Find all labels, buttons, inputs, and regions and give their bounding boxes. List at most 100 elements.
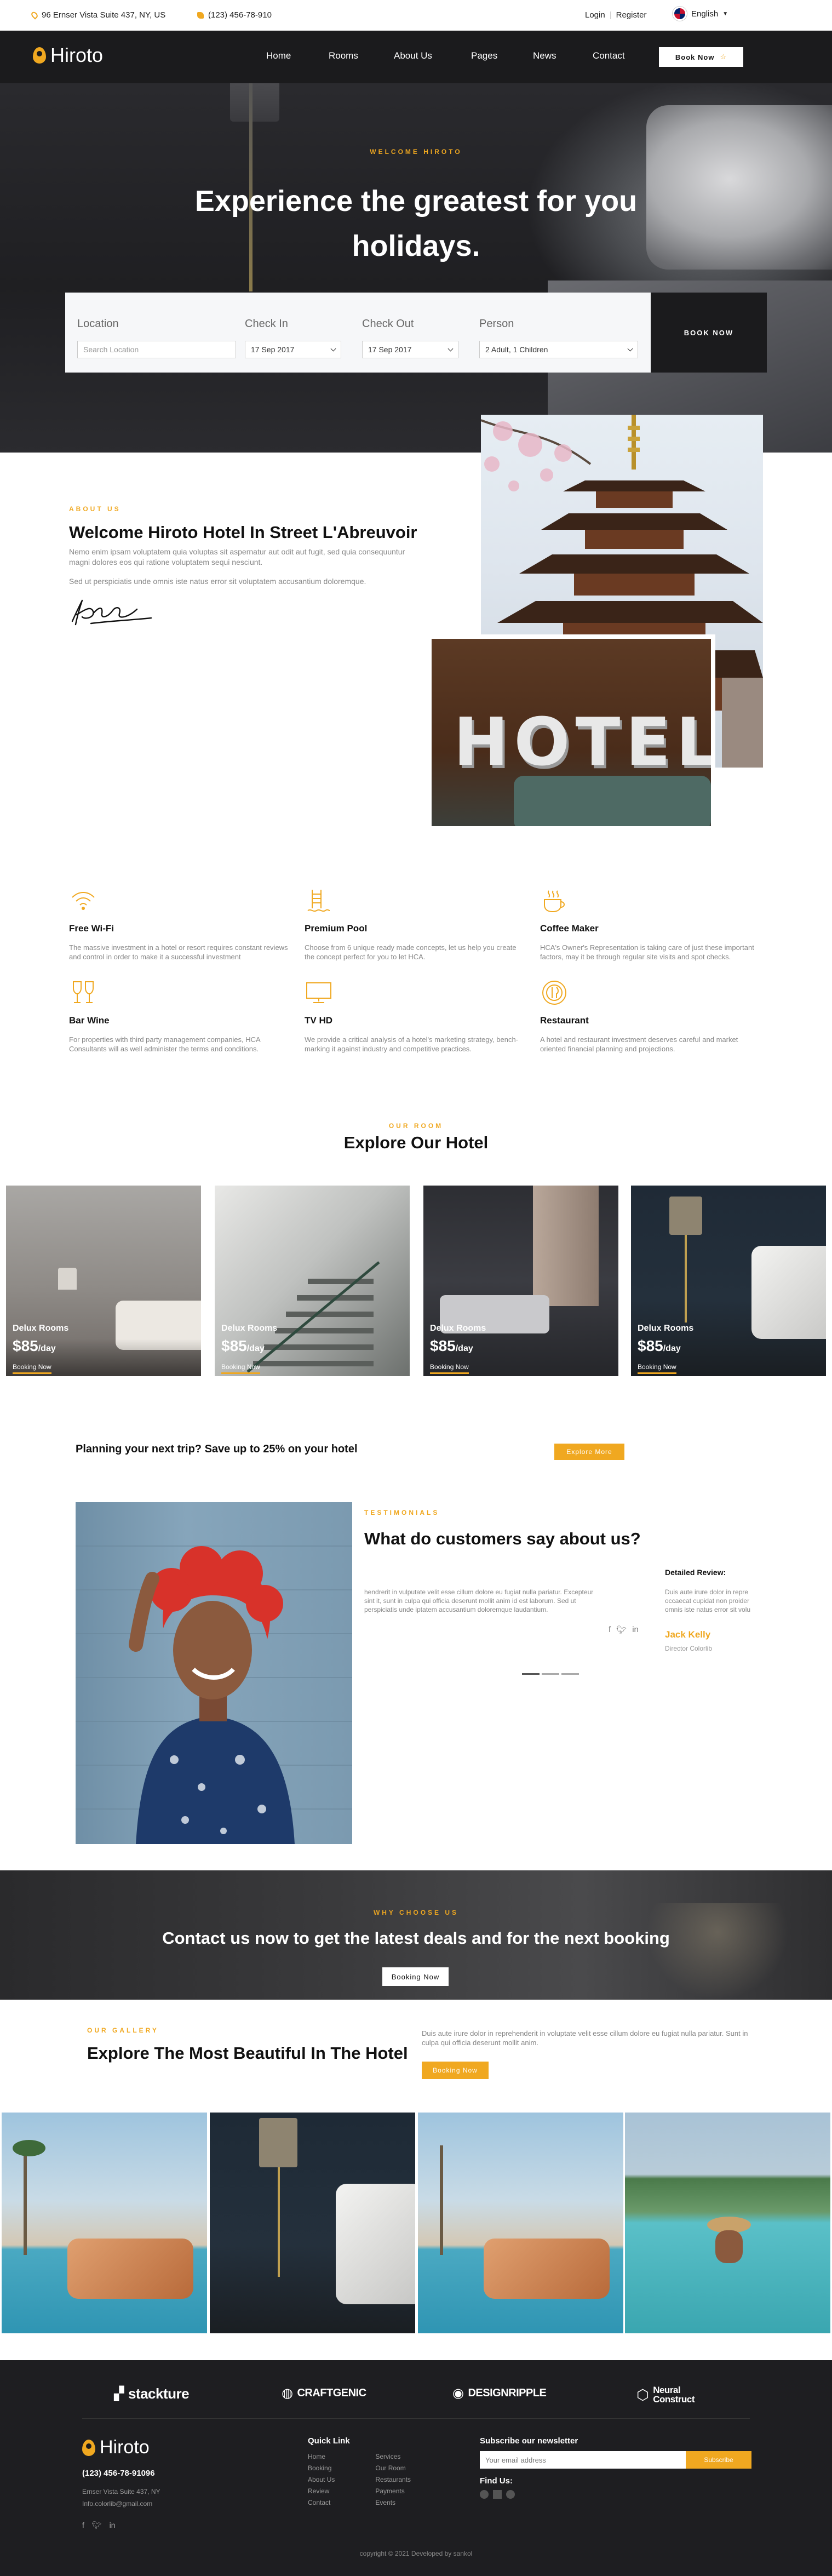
booking-submit-button[interactable]: BOOK NOW <box>651 293 767 373</box>
newsletter-title: Subscribe our newsletter <box>480 2436 578 2446</box>
explore-more-button[interactable]: Explore More <box>554 1444 624 1460</box>
register-link[interactable]: Register <box>616 10 647 20</box>
price-value: $85 <box>221 1337 247 1354</box>
phone-icon <box>197 12 204 19</box>
dribbble-icon[interactable] <box>480 2490 489 2499</box>
nav-about[interactable]: About Us <box>394 50 432 61</box>
footer-link[interactable]: Events <box>375 2497 411 2509</box>
footer-link[interactable]: Our Room <box>375 2463 411 2474</box>
price-value: $85 <box>638 1337 663 1354</box>
lamp-stand-decor <box>685 1235 687 1323</box>
gallery-image-pool-2[interactable] <box>418 2113 623 2333</box>
linkedin-icon[interactable]: in <box>110 2521 116 2530</box>
room-card[interactable]: Delux Rooms $85/day Booking Now <box>423 1186 618 1376</box>
pillow-decor <box>336 2184 415 2304</box>
rooms-title: Explore Our Hotel <box>343 1133 489 1152</box>
subscribe-button[interactable]: Subscribe <box>686 2451 751 2469</box>
twitter-icon[interactable]: 🐦︎ <box>92 2521 102 2530</box>
linkedin-icon[interactable]: in <box>632 1625 639 1635</box>
nav-news[interactable]: News <box>533 50 556 61</box>
footer-logo[interactable]: Hiroto <box>82 2437 150 2458</box>
gallery-booking-button[interactable]: Booking Now <box>422 2062 489 2079</box>
room-booking-link[interactable]: Booking Now <box>430 1363 469 1374</box>
rooms-eyebrow: OUR ROOM <box>388 1122 444 1130</box>
wifi-icon <box>72 892 95 910</box>
facebook-icon[interactable]: f <box>609 1625 611 1635</box>
footer-link[interactable]: Review <box>308 2486 335 2497</box>
footer-link[interactable]: Restaurants <box>375 2474 411 2486</box>
footer-logo-text: Hiroto <box>100 2437 150 2458</box>
customer-name: Jack Kelly <box>665 1629 711 1640</box>
footer-email[interactable]: Info.colorlib@gmail.com <box>82 2498 152 2510</box>
room-booking-link[interactable]: Booking Now <box>638 1363 676 1374</box>
price-value: $85 <box>13 1337 38 1354</box>
grid-icon[interactable] <box>493 2490 502 2499</box>
location-input[interactable] <box>83 345 230 354</box>
room-card[interactable]: Delux Rooms $85/day Booking Now <box>215 1186 410 1376</box>
carousel-dots <box>522 1673 579 1675</box>
footer-link[interactable]: Payments <box>375 2486 411 2497</box>
feature-title: Free Wi-Fi <box>69 923 114 934</box>
pillow-decor <box>646 105 832 270</box>
room-booking-link[interactable]: Booking Now <box>13 1363 51 1374</box>
gallery-image-pool[interactable] <box>2 2113 207 2333</box>
lamp-decor <box>669 1197 702 1235</box>
checkout-select[interactable]: 17 Sep 2017 <box>362 341 458 358</box>
hotel-sign-letters: HOTEL <box>454 705 711 781</box>
checkin-select[interactable]: 17 Sep 2017 <box>245 341 341 358</box>
feature-text: A hotel and restaurant investment deserv… <box>540 1035 738 1053</box>
carousel-dot[interactable] <box>561 1673 579 1675</box>
about-paragraph-2: Sed ut perspiciatis unde omnis iste natu… <box>69 577 366 586</box>
person-decor <box>484 2239 610 2299</box>
pool-icon <box>307 890 330 912</box>
gallery-image-room[interactable] <box>210 2113 415 2333</box>
room-booking-link[interactable]: Booking Now <box>221 1363 260 1374</box>
globe-icon[interactable] <box>506 2490 515 2499</box>
footer-link[interactable]: Booking <box>308 2463 335 2474</box>
footer-link[interactable]: Home <box>308 2451 335 2463</box>
room-card[interactable]: Delux Rooms $85/day Booking Now <box>6 1186 201 1376</box>
nav-contact[interactable]: Contact <box>593 50 625 61</box>
customer-photo <box>76 1502 352 1844</box>
book-now-label: Book Now <box>675 53 715 61</box>
room-card[interactable]: Delux Rooms $85/day Booking Now <box>631 1186 826 1376</box>
address-text: 96 Ernser Vista Suite 437, NY, US <box>42 10 166 20</box>
find-us-icons <box>480 2490 754 2499</box>
location-pin-icon <box>30 10 39 20</box>
twitter-icon[interactable]: 🐦︎ <box>616 1625 627 1635</box>
room-price: $85/day <box>221 1337 265 1355</box>
checkin-label: Check In <box>245 318 288 330</box>
login-link[interactable]: Login <box>585 10 605 20</box>
language-select[interactable]: English ▼ <box>673 7 728 21</box>
logo-text: Hiroto <box>50 44 104 66</box>
partner-stackture: ▞ stackture <box>114 2385 190 2402</box>
newsletter: Subscribe our newsletter Subscribe Find … <box>480 2436 754 2499</box>
site-logo[interactable]: Hiroto <box>33 44 103 67</box>
footer-link[interactable]: About Us <box>308 2474 335 2486</box>
footer-link[interactable]: Contact <box>308 2497 335 2509</box>
facebook-icon[interactable]: f <box>82 2521 84 2530</box>
nav-book-now-button[interactable]: Book Now ☆ <box>659 47 743 67</box>
quick-links-title: Quick Link <box>308 2436 350 2446</box>
carousel-dot[interactable] <box>542 1673 559 1675</box>
partner-name: DESIGNRIPPLE <box>468 2387 547 2399</box>
palm-decor <box>13 2140 45 2156</box>
nav-home[interactable]: Home <box>266 50 291 61</box>
person-select[interactable]: 2 Adult, 1 Children <box>479 341 638 358</box>
partner-craftgenic: ◍ CRAFTGENIC <box>282 2385 366 2401</box>
cta-booking-button[interactable]: Booking Now <box>382 1967 449 1986</box>
neural-logo-icon: ⬡ <box>636 2386 649 2403</box>
nav-pages[interactable]: Pages <box>471 50 497 61</box>
gallery-image-infinity-pool[interactable] <box>625 2113 830 2333</box>
feature-text: We provide a critical analysis of a hote… <box>305 1035 519 1053</box>
wine-icon <box>73 981 94 1003</box>
carousel-dot[interactable] <box>522 1673 540 1675</box>
star-icon: ☆ <box>720 53 727 61</box>
testimonial-eyebrow: TESTIMONIALS <box>364 1509 440 1516</box>
newsletter-email-input[interactable] <box>480 2451 686 2469</box>
about-title: Welcome Hiroto Hotel In Street L'Abreuvo… <box>69 523 417 542</box>
footer-link[interactable]: Services <box>375 2451 411 2463</box>
location-field[interactable] <box>77 341 236 358</box>
nav-rooms[interactable]: Rooms <box>329 50 358 61</box>
price-unit: /day <box>663 1344 681 1353</box>
